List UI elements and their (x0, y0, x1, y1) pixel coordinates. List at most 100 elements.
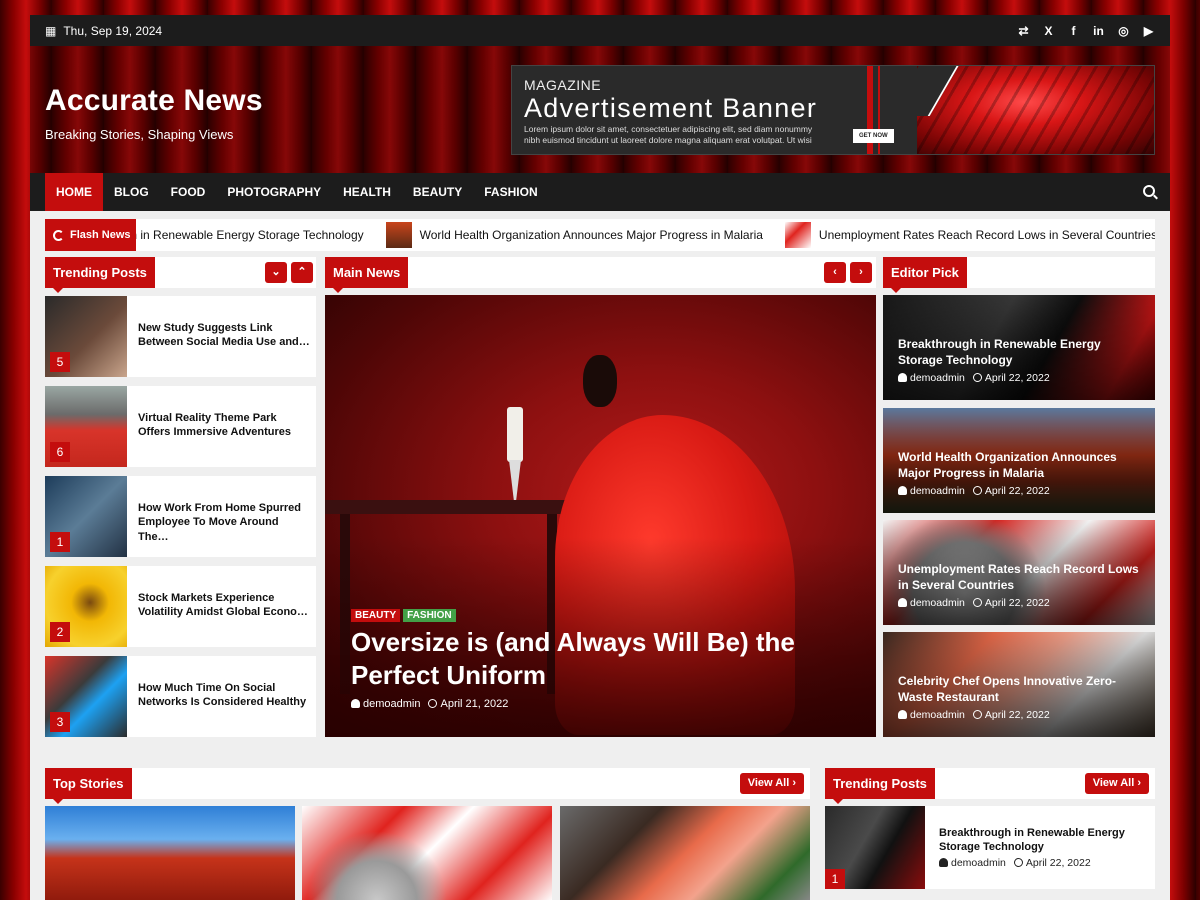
ad-title: Advertisement Banner (524, 93, 818, 123)
rank-badge: 2 (50, 622, 70, 642)
search-icon[interactable] (1143, 185, 1155, 197)
main-nav: HOME BLOG FOOD PHOTOGRAPHY HEALTH BEAUTY… (30, 173, 1170, 211)
social-links: ⇄ X f in ◎ ▶ (1017, 24, 1155, 38)
post-meta: demoadmin April 22, 2022 (898, 485, 1050, 497)
site-title[interactable]: Accurate News (45, 84, 263, 118)
ticker-item[interactable]: World Health Organization Announces Majo… (385, 222, 763, 248)
ticker-item[interactable]: Unemployment Rates Reach Record Lows in … (784, 222, 1155, 248)
author-link[interactable]: demoadmin (363, 698, 420, 710)
x-icon[interactable]: X (1042, 24, 1055, 38)
author-link[interactable]: demoadmin (910, 485, 965, 497)
instagram-icon[interactable]: ◎ (1117, 24, 1130, 38)
site-tagline: Breaking Stories, Shaping Views (45, 127, 234, 142)
main-news-card[interactable]: BEAUTY FASHION Oversize is (and Always W… (325, 295, 876, 737)
editor-pick-card[interactable]: Celebrity Chef Opens Innovative Zero-Was… (883, 632, 1155, 737)
card-title[interactable]: Unemployment Rates Reach Record Lows in … (898, 562, 1143, 593)
ad-cta-button[interactable]: GET NOW (853, 129, 894, 143)
post-title[interactable]: Virtual Reality Theme Park Offers Immers… (138, 411, 310, 440)
post-date[interactable]: April 21, 2022 (440, 698, 508, 710)
author-link[interactable]: demoadmin (910, 709, 965, 721)
advertisement-banner[interactable]: MAGAZINE Advertisement Banner Lorem ipsu… (511, 65, 1155, 155)
linkedin-icon[interactable]: in (1092, 24, 1105, 38)
main-headline[interactable]: Oversize is (and Always Will Be) the Per… (351, 626, 821, 691)
hero-image-candle-holder (509, 460, 521, 500)
ticker-thumbnail (385, 222, 412, 248)
post-title[interactable]: Stock Markets Experience Volatility Amid… (138, 591, 310, 620)
nav-item-health[interactable]: HEALTH (332, 173, 402, 211)
post-date[interactable]: April 22, 2022 (985, 597, 1050, 609)
card-title[interactable]: Breakthrough in Renewable Energy Storage… (898, 337, 1143, 368)
author-link[interactable]: demoadmin (910, 597, 965, 609)
hero-image-table (325, 500, 570, 514)
clock-icon (428, 699, 438, 708)
card-title[interactable]: Celebrity Chef Opens Innovative Zero-Was… (898, 674, 1143, 705)
rank-badge: 1 (825, 869, 845, 889)
post-title[interactable]: How Much Time On Social Networks Is Cons… (138, 681, 310, 710)
story-card[interactable] (45, 806, 295, 900)
page: ▦ Thu, Sep 19, 2024 ⇄ X f in ◎ ▶ Accurat… (30, 15, 1170, 900)
nav-item-fashion[interactable]: FASHION (473, 173, 548, 211)
nav-item-food[interactable]: FOOD (160, 173, 217, 211)
section-title: Top Stories (45, 768, 132, 804)
chevron-left-button[interactable]: ‹ (824, 262, 846, 283)
tag-fashion[interactable]: FASHION (403, 609, 456, 622)
list-item[interactable]: 5 New Study Suggests Link Between Social… (45, 296, 316, 377)
date-display: ▦ Thu, Sep 19, 2024 (45, 24, 162, 38)
user-icon (351, 699, 360, 708)
post-date[interactable]: April 22, 2022 (985, 372, 1050, 384)
post-title[interactable]: Breakthrough in Renewable Energy Storage… (939, 826, 1149, 855)
post-title[interactable]: New Study Suggests Link Between Social M… (138, 321, 310, 350)
list-item[interactable]: 2 Stock Markets Experience Volatility Am… (45, 566, 316, 647)
user-icon (898, 710, 907, 719)
clock-icon (972, 373, 982, 382)
rank-badge: 6 (50, 442, 70, 462)
clock-icon (972, 710, 982, 719)
nav-item-blog[interactable]: BLOG (103, 173, 160, 211)
section-title: Editor Pick (883, 257, 967, 293)
user-icon (898, 486, 907, 495)
clock-icon (972, 486, 982, 495)
editor-pick-card[interactable]: Breakthrough in Renewable Energy Storage… (883, 295, 1155, 400)
flash-news-bar: Flash News Breakthrough in Renewable Ene… (45, 219, 1155, 251)
view-all-button[interactable]: View All › (739, 773, 804, 794)
section-title: Trending Posts (825, 768, 935, 804)
hero-image-candle (507, 407, 523, 462)
story-card[interactable] (302, 806, 552, 900)
list-item[interactable]: 6 Virtual Reality Theme Park Offers Imme… (45, 386, 316, 467)
ad-image (917, 66, 1154, 154)
chevron-down-button[interactable]: ⌄ (265, 262, 287, 283)
view-all-button[interactable]: View All › (1084, 773, 1149, 794)
nav-item-home[interactable]: HOME (45, 173, 103, 211)
facebook-icon[interactable]: f (1067, 24, 1080, 38)
editor-pick-card[interactable]: Unemployment Rates Reach Record Lows in … (883, 520, 1155, 625)
content-area: Flash News Breakthrough in Renewable Ene… (30, 211, 1170, 900)
post-date[interactable]: April 22, 2022 (1026, 857, 1091, 869)
list-item[interactable]: 1 How Work From Home Spurred Employee To… (45, 476, 316, 557)
user-icon (898, 373, 907, 382)
post-meta: demoadmin April 22, 2022 (898, 597, 1050, 609)
post-date[interactable]: April 22, 2022 (985, 709, 1050, 721)
chevron-right-button[interactable]: › (850, 262, 872, 283)
nav-item-photography[interactable]: PHOTOGRAPHY (216, 173, 332, 211)
tag-beauty[interactable]: BEAUTY (351, 609, 401, 622)
section-title: Main News (325, 257, 409, 293)
news-ticker: Breakthrough in Renewable Energy Storage… (65, 219, 1155, 251)
author-link[interactable]: demoadmin (910, 372, 965, 384)
shuffle-icon[interactable]: ⇄ (1017, 24, 1030, 38)
list-item[interactable]: 1 Breakthrough in Renewable Energy Stora… (825, 806, 1155, 889)
chevron-up-button[interactable]: ⌃ (291, 262, 313, 283)
post-date[interactable]: April 22, 2022 (985, 485, 1050, 497)
nav-item-beauty[interactable]: BEAUTY (402, 173, 473, 211)
brand: Accurate News Breaking Stories, Shaping … (45, 84, 263, 142)
spinner-icon (53, 229, 64, 241)
author-link[interactable]: demoadmin (951, 857, 1006, 869)
flash-news-label: Flash News (45, 219, 136, 251)
list-item[interactable]: 3 How Much Time On Social Networks Is Co… (45, 656, 316, 737)
editor-pick-card[interactable]: World Health Organization Announces Majo… (883, 408, 1155, 513)
story-card[interactable] (560, 806, 810, 900)
youtube-icon[interactable]: ▶ (1142, 24, 1155, 38)
ad-eyebrow: MAGAZINE (524, 77, 602, 93)
ad-body: Lorem ipsum dolor sit amet, consectetuer… (524, 124, 813, 145)
post-title[interactable]: How Work From Home Spurred Employee To M… (138, 501, 310, 544)
card-title[interactable]: World Health Organization Announces Majo… (898, 450, 1143, 481)
